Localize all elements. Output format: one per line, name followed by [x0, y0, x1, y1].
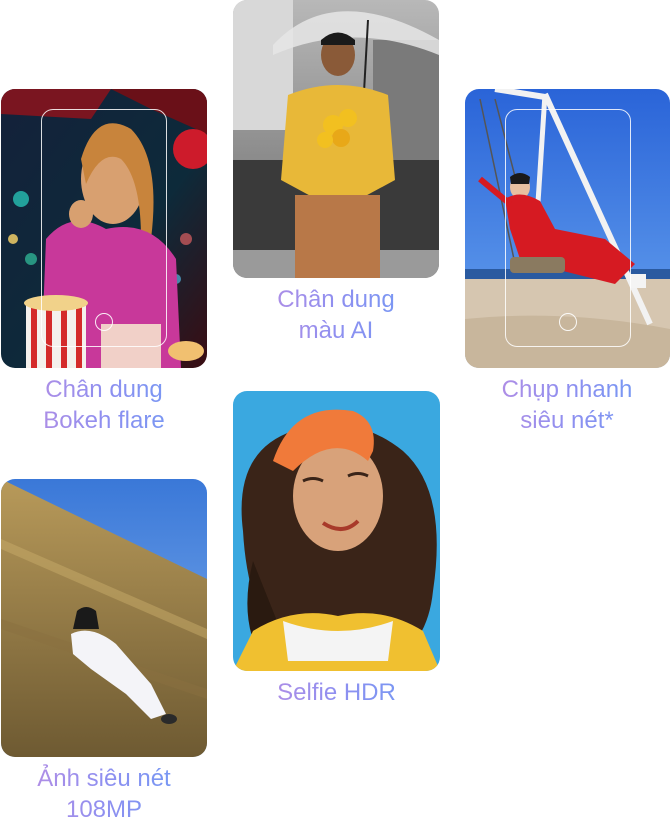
- caption-line-2: 108MP: [65, 796, 143, 823]
- caption-line-2: Bokeh flare: [43, 407, 165, 434]
- photo-ai-color: [233, 0, 439, 278]
- photo-fast-capture: [465, 89, 670, 368]
- photo-selfie-hdr: [233, 391, 440, 671]
- caption-fast-capture: Chụp nhanh siêu nét*: [464, 374, 670, 436]
- field-photo-image: [1, 479, 207, 757]
- camera-frame-outline: [41, 109, 167, 347]
- caption-line-1: Ảnh siêu nét: [37, 765, 171, 792]
- caption-line-1: Selfie HDR: [277, 679, 396, 706]
- selfie-photo-image: [233, 391, 440, 671]
- ai-color-portrait-image: [233, 0, 439, 278]
- caption-line-2: siêu nét*: [520, 407, 614, 434]
- caption-selfie-hdr: Selfie HDR: [232, 677, 441, 708]
- shutter-icon: [559, 313, 577, 331]
- caption-line-1: Chân dung: [277, 286, 395, 313]
- caption-line-1: Chân dung: [45, 376, 163, 403]
- photo-108mp: [1, 479, 207, 757]
- camera-frame-outline: [505, 109, 631, 347]
- shutter-icon: [95, 313, 113, 331]
- caption-line-2: màu AI: [298, 317, 374, 344]
- caption-108mp: Ảnh siêu nét 108MP: [0, 763, 208, 825]
- caption-bokeh-flare: Chân dung Bokeh flare: [0, 374, 208, 436]
- photo-bokeh-flare: [1, 89, 207, 368]
- caption-ai-color: Chân dung màu AI: [232, 284, 440, 346]
- caption-line-1: Chụp nhanh: [501, 376, 633, 403]
